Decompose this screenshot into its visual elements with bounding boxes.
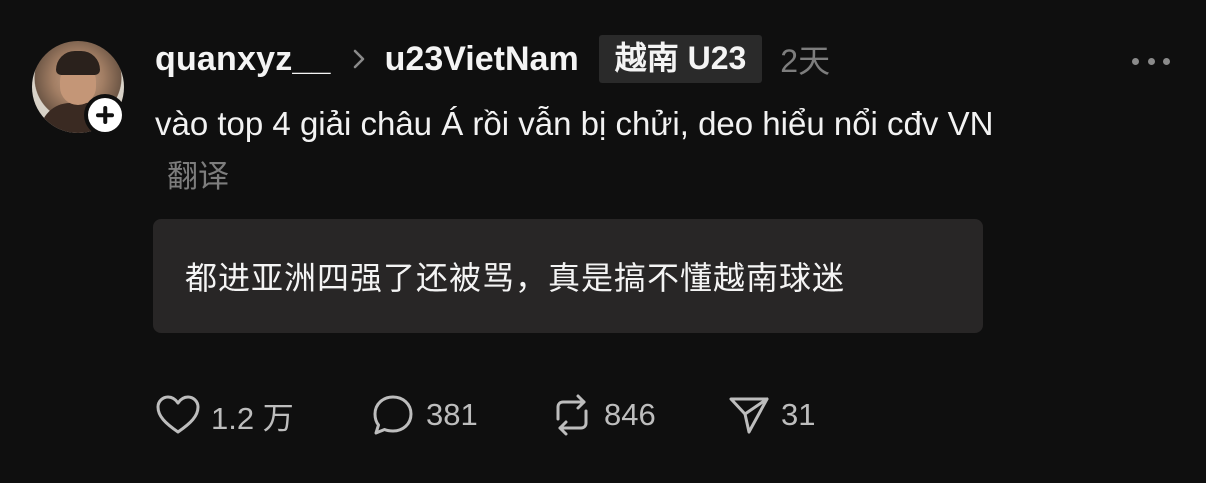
repost-icon [550,393,594,437]
translate-button[interactable]: 翻译 [167,159,229,194]
more-dots-icon[interactable] [1132,56,1170,66]
comment-count: 381 [426,397,478,432]
community-link[interactable]: u23VietNam [385,40,579,79]
chevron-right-icon [353,49,365,69]
like-count: 1.2 万 [211,400,294,436]
repost-button[interactable]: 846 [550,393,727,437]
post-time: 2天 [780,43,831,79]
share-count: 31 [781,397,816,432]
follow-button[interactable] [84,94,126,136]
repost-count: 846 [604,397,656,432]
plus-icon [88,98,122,132]
username-link[interactable]: quanxyz__ [155,40,331,79]
action-bar: 1.2 万 381 846 31 [155,388,815,442]
share-button[interactable]: 31 [727,394,815,436]
thread-post: quanxyz__ u23VietNam 越南 U23 2天 vào top 4… [0,0,1206,483]
post-text: vào top 4 giải châu Á rồi vẫn bị chửi, d… [155,105,994,142]
comment-button[interactable]: 381 [370,393,550,437]
community-tag[interactable]: 越南 U23 [598,35,763,83]
send-icon [727,394,771,436]
translation-text: 都进亚洲四强了还被骂，真是搞不懂越南球迷 [185,260,846,296]
translation-box: 都进亚洲四强了还被骂，真是搞不懂越南球迷 [153,219,983,333]
like-button[interactable]: 1.2 万 [155,393,370,438]
comment-bubble-icon [370,393,416,437]
post-body: vào top 4 giải châu Á rồi vẫn bị chửi, d… [155,98,1035,203]
post-header: quanxyz__ u23VietNam 越南 U23 2天 [155,34,830,84]
heart-icon [155,394,201,436]
